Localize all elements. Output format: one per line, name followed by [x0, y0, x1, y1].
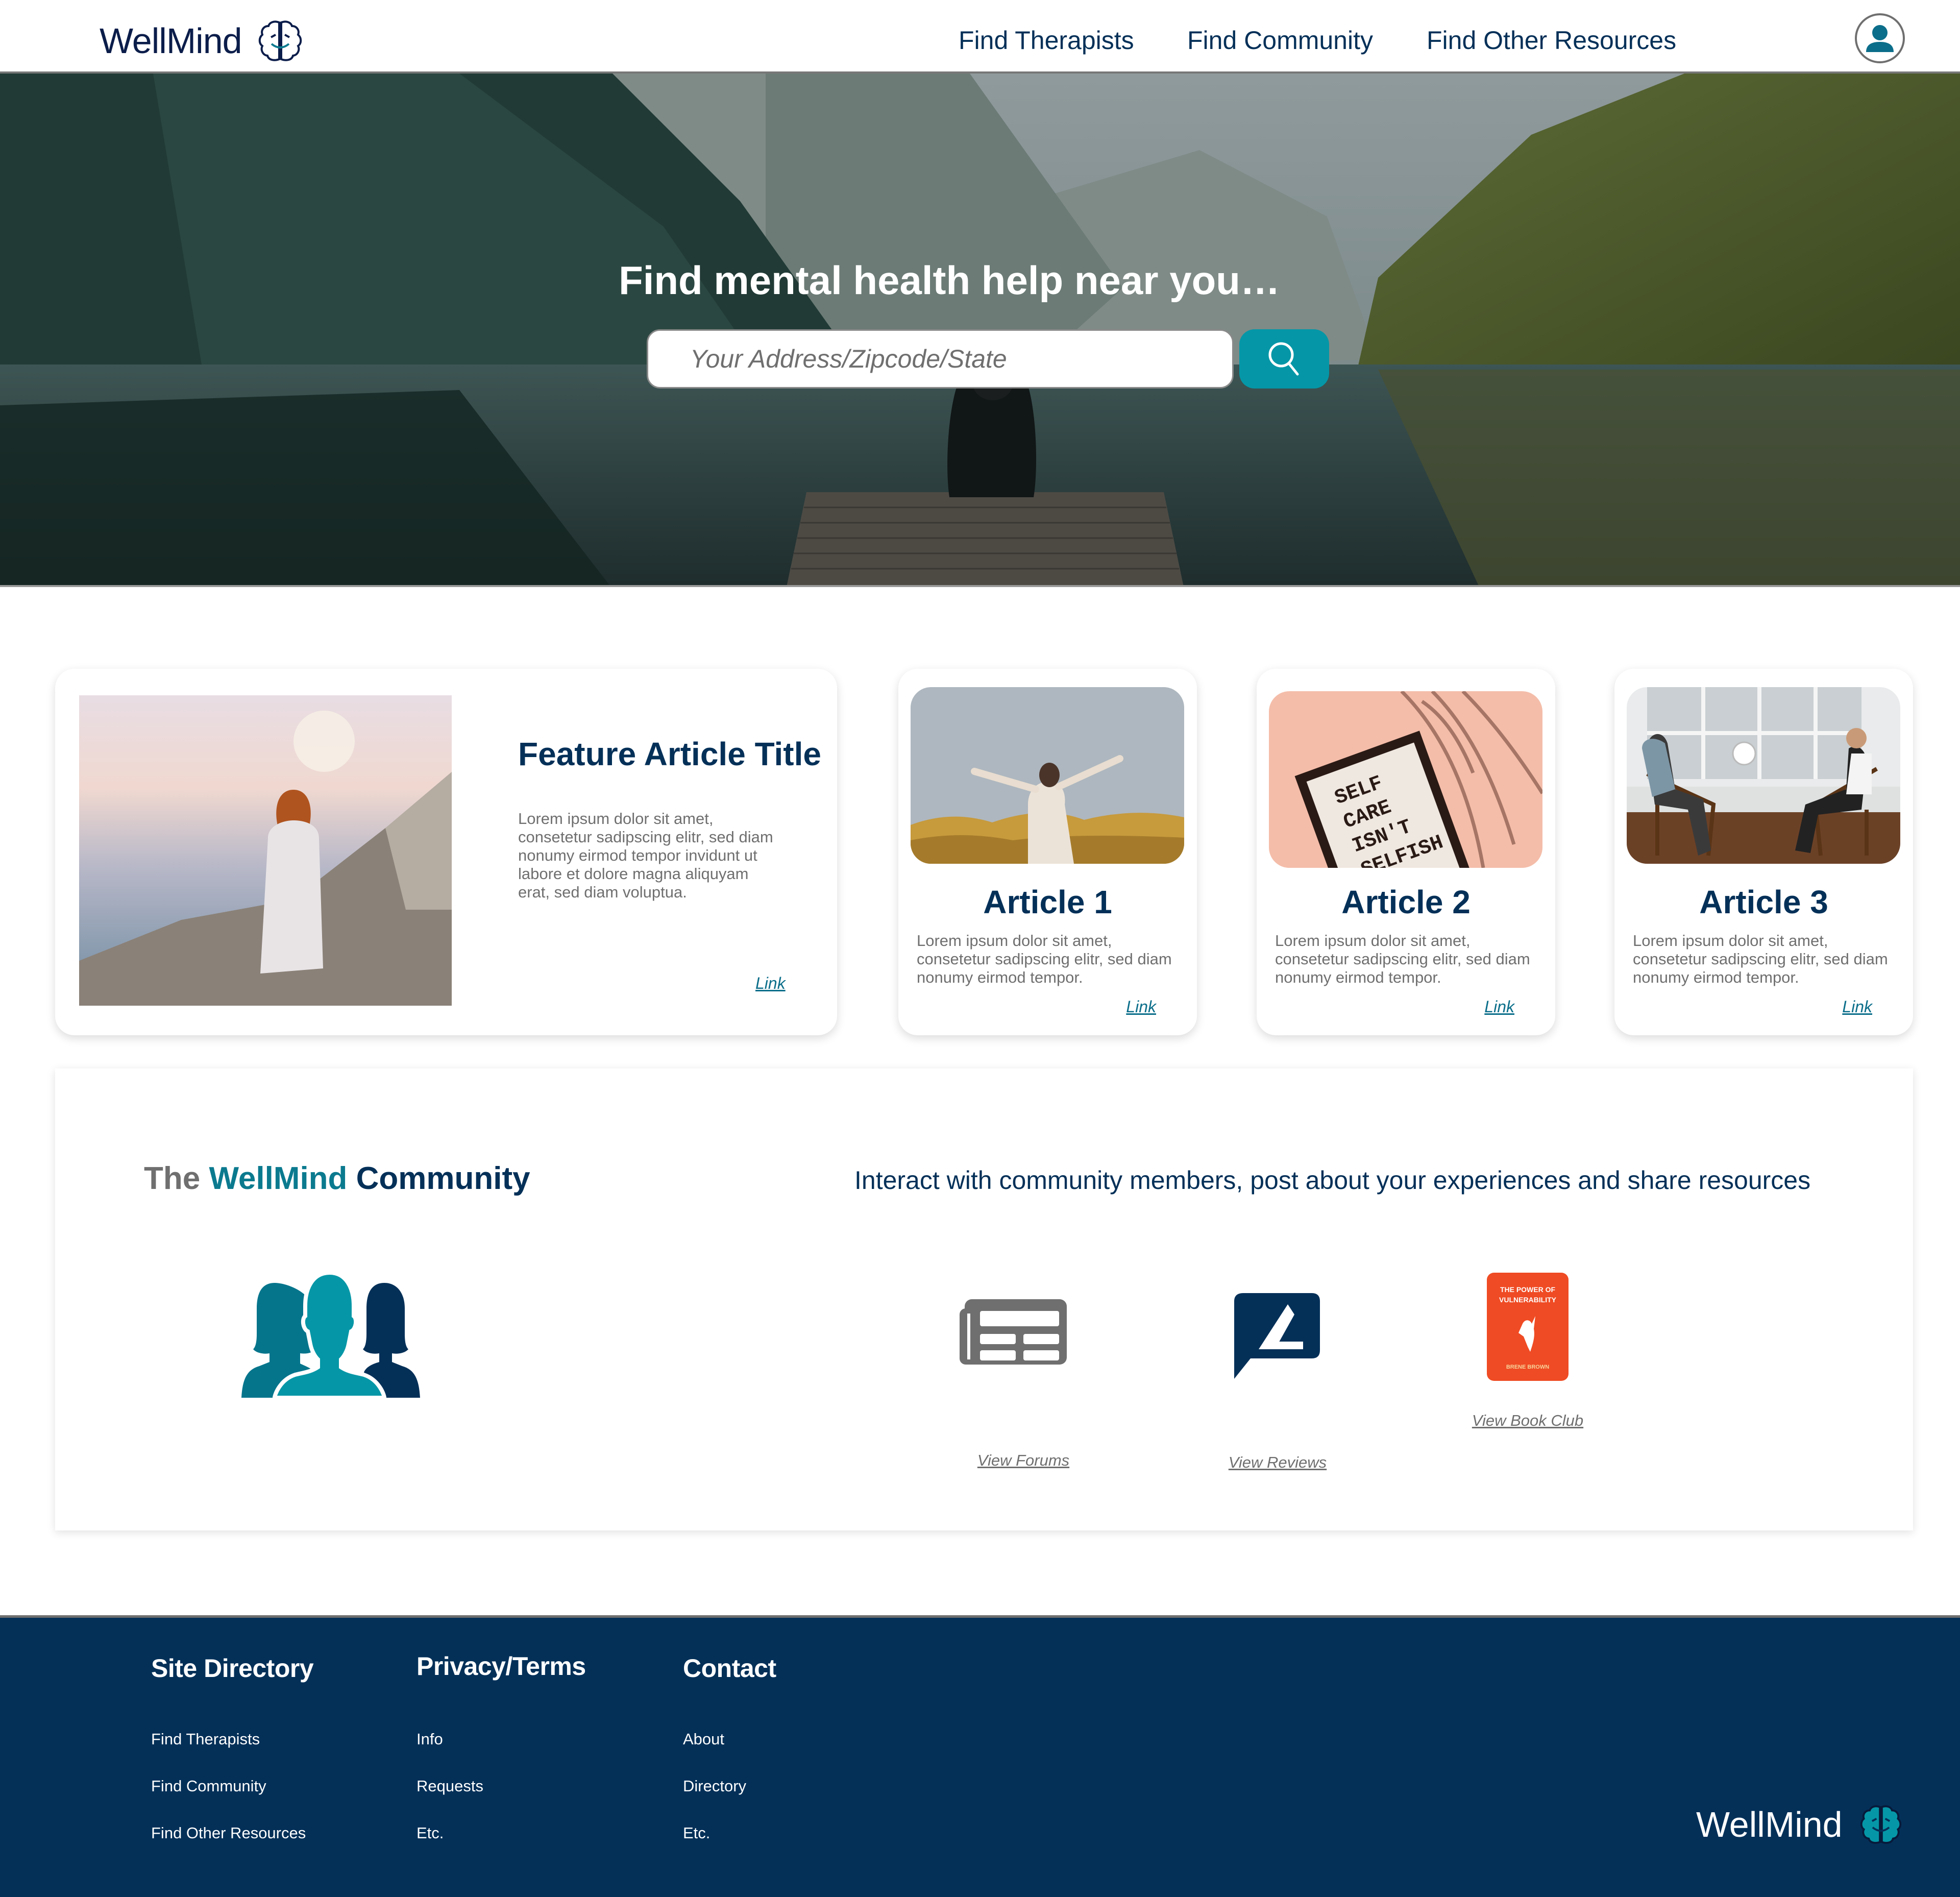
article-2-body: Lorem ipsum dolor sit amet, consetetur s…: [1275, 932, 1530, 986]
book-author: BRENE BROWN: [1506, 1364, 1549, 1370]
community-title-brand: WellMind: [209, 1161, 348, 1196]
footer-link-etc-contact[interactable]: Etc.: [683, 1824, 710, 1842]
nav-find-community[interactable]: Find Community: [1187, 26, 1373, 55]
search-button[interactable]: [1239, 329, 1329, 388]
forums-resource[interactable]: View Forums: [960, 1293, 1087, 1470]
feature-article-body: Lorem ipsum dolor sit amet, consetetur s…: [518, 810, 773, 901]
article-card-3: Article 3 Lorem ipsum dolor sit amet, co…: [1614, 669, 1913, 1035]
article-3-title: Article 3: [1699, 884, 1828, 920]
feature-article-link[interactable]: Link: [755, 974, 786, 993]
community-tagline: Interact with community members, post ab…: [854, 1166, 1811, 1195]
book-cover-icon: THE POWER OF VULNERABILITY BRENE BROWN: [1487, 1273, 1569, 1381]
article-2-image: SELF CARE ISN'T SELFISH: [1269, 691, 1542, 868]
footer-link-find-other-resources[interactable]: Find Other Resources: [151, 1824, 306, 1842]
feature-article-image: [79, 695, 452, 1006]
user-avatar-icon: [1866, 25, 1894, 52]
view-book-club-link[interactable]: View Book Club: [1459, 1412, 1597, 1430]
community-title-the: The: [144, 1161, 201, 1196]
footer-link-requests[interactable]: Requests: [416, 1777, 483, 1795]
footer-link-about[interactable]: About: [683, 1730, 724, 1748]
article-3-link[interactable]: Link: [1842, 998, 1872, 1016]
brain-smile-icon: [258, 20, 302, 61]
footer-link-etc-privacy[interactable]: Etc.: [416, 1824, 444, 1842]
footer-logo-text: WellMind: [1696, 1805, 1843, 1844]
user-account-button[interactable]: [1855, 13, 1905, 63]
brain-smile-icon: [1860, 1805, 1901, 1844]
newspaper-icon: [960, 1299, 1067, 1365]
community-title: The WellMind Community: [144, 1160, 530, 1197]
article-3-image: [1627, 687, 1900, 864]
site-header: WellMind Find Therapists Find Community …: [0, 0, 1960, 71]
footer-link-find-therapists[interactable]: Find Therapists: [151, 1730, 260, 1748]
article-1-link[interactable]: Link: [1126, 998, 1156, 1016]
article-3-body: Lorem ipsum dolor sit amet, consetetur s…: [1633, 932, 1888, 986]
footer-heading-privacy-terms: Privacy/Terms: [416, 1652, 586, 1681]
footer-link-directory[interactable]: Directory: [683, 1777, 746, 1795]
footer-logo[interactable]: WellMind: [1696, 1804, 1903, 1845]
location-search-input[interactable]: [647, 329, 1234, 388]
footer-col-contact: Contact About Directory Etc.: [683, 1653, 776, 1842]
footer-link-find-community[interactable]: Find Community: [151, 1777, 266, 1795]
footer-heading-contact: Contact: [683, 1654, 776, 1683]
logo-text: WellMind: [100, 21, 242, 61]
book-title-line-1: THE POWER OF: [1500, 1285, 1556, 1294]
article-1-title: Article 1: [983, 884, 1112, 920]
community-title-community: Community: [356, 1161, 530, 1196]
article-card-1: Article 1 Lorem ipsum dolor sit amet, co…: [898, 669, 1197, 1035]
community-people-icon: [241, 1273, 420, 1398]
footer-link-info[interactable]: Info: [416, 1730, 443, 1748]
article-2-link[interactable]: Link: [1484, 998, 1514, 1016]
logo[interactable]: WellMind: [100, 19, 303, 62]
feature-article-card: Feature Article Title Lorem ipsum dolor …: [55, 669, 837, 1035]
hero-banner: Find mental health help near you…: [0, 71, 1960, 587]
book-title-line-2: VULNERABILITY: [1499, 1296, 1557, 1304]
article-card-2: SELF CARE ISN'T SELFISH Article 2 Lorem …: [1257, 669, 1555, 1035]
reviews-resource[interactable]: View Reviews: [1214, 1293, 1341, 1472]
book-club-resource[interactable]: THE POWER OF VULNERABILITY BRENE BROWN V…: [1459, 1273, 1597, 1430]
article-1-image: [911, 687, 1184, 864]
hero-title: Find mental health help near you…: [619, 258, 1280, 303]
article-2-title: Article 2: [1341, 884, 1471, 920]
feature-article-title: Feature Article Title: [518, 736, 821, 772]
footer-col-privacy-terms: Privacy/Terms Info Requests Etc.: [416, 1651, 586, 1842]
footer-col-site-directory: Site Directory Find Therapists Find Comm…: [151, 1653, 314, 1842]
nav-find-other-resources[interactable]: Find Other Resources: [1427, 26, 1676, 55]
nav-find-therapists[interactable]: Find Therapists: [959, 26, 1134, 55]
search-icon: [1268, 342, 1299, 376]
view-forums-link[interactable]: View Forums: [960, 1451, 1087, 1470]
site-footer: Site Directory Find Therapists Find Comm…: [0, 1615, 1960, 1897]
review-edit-icon: [1234, 1293, 1320, 1379]
article-1-body: Lorem ipsum dolor sit amet, consetetur s…: [917, 932, 1172, 986]
community-section: The WellMind Community Interact with com…: [55, 1068, 1913, 1530]
footer-heading-site-directory: Site Directory: [151, 1654, 314, 1683]
view-reviews-link[interactable]: View Reviews: [1214, 1453, 1341, 1472]
